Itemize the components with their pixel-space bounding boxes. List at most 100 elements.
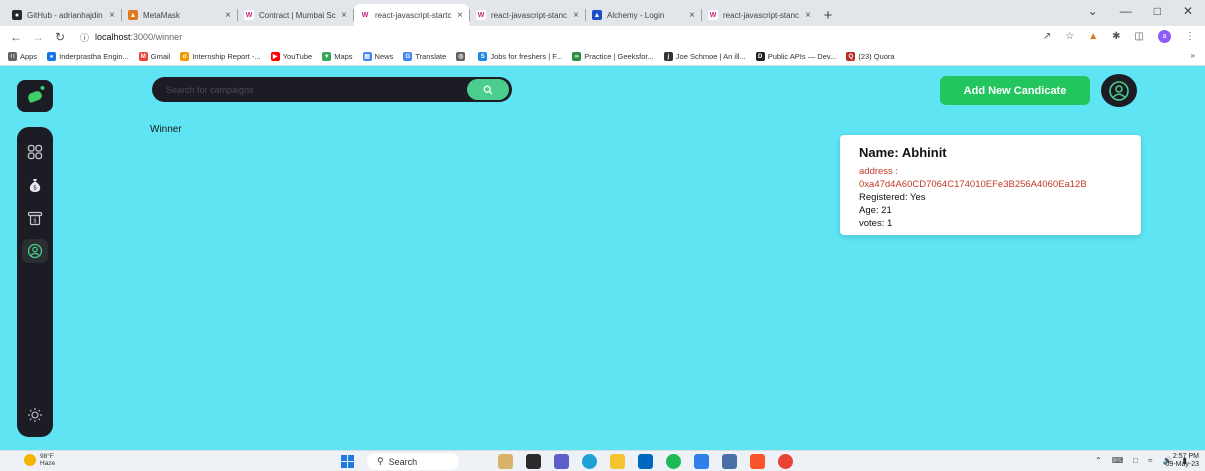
bookmark-label: Translate xyxy=(415,52,447,61)
search-input[interactable] xyxy=(166,84,446,95)
bookmark-icon: ▼ xyxy=(322,52,332,61)
profile-avatar[interactable] xyxy=(1101,74,1137,107)
bookmark-item[interactable]: ▶ YouTube xyxy=(270,52,312,61)
browser-tab[interactable]: Wreact-javascript-stanc × xyxy=(702,4,817,26)
bookmark-list: ∷ Apps ● Inderprastha Engin... M Gmail σ Intern… xyxy=(8,52,895,61)
app-logo[interactable] xyxy=(17,80,53,112)
bookmark-icon: σ xyxy=(180,52,190,61)
windows-start-icon[interactable] xyxy=(341,455,354,468)
wifi-icon[interactable]: ≈ xyxy=(1148,456,1152,465)
sidebar: $ $ xyxy=(17,127,53,437)
search-button[interactable] xyxy=(467,79,509,100)
close-window-button[interactable]: ✕ xyxy=(1183,4,1193,18)
sidebar-item-payment[interactable]: $ xyxy=(22,206,48,230)
tray-chevron-icon[interactable]: ⌃ xyxy=(1095,456,1102,465)
tab-close-icon[interactable]: × xyxy=(109,10,115,21)
star-icon[interactable]: ☆ xyxy=(1065,31,1074,42)
chrome-browser-icon[interactable] xyxy=(778,454,793,469)
vote-count: votes: 1 xyxy=(859,218,893,229)
system-clock[interactable]: 2:57 PM 09-May-23 xyxy=(1166,453,1199,469)
bookmark-item[interactable]: ◎ xyxy=(456,52,468,61)
browser-tab[interactable]: Wreact-javascript-stanc × xyxy=(470,4,585,26)
bookmark-item[interactable]: M Gmail xyxy=(138,52,171,61)
bookmark-item[interactable]: ∷ Apps xyxy=(8,52,37,61)
add-new-candidate-button[interactable]: Add New Candicate xyxy=(940,76,1090,105)
bookmark-item[interactable]: D Public APIs — Dev... xyxy=(755,52,837,61)
svg-text:$: $ xyxy=(33,218,37,225)
tab-title: Contract | Mumbai Sc xyxy=(259,10,336,20)
tab-close-icon[interactable]: × xyxy=(805,10,811,21)
side-panel-icon[interactable]: ◫ xyxy=(1135,31,1144,42)
minimize-button[interactable]: — xyxy=(1120,4,1132,18)
tab-close-icon[interactable]: × xyxy=(225,10,231,21)
sidebar-item-campaigns[interactable]: $ xyxy=(22,173,48,197)
share-icon[interactable]: ↗ xyxy=(1043,31,1051,42)
maximize-button[interactable]: □ xyxy=(1154,4,1161,18)
chat-icon[interactable] xyxy=(554,454,569,469)
bookmark-item[interactable]: ▤ News xyxy=(362,52,394,61)
browser-tab[interactable]: W Contract | Mumbai Sc × xyxy=(238,4,353,26)
wallet-address: 0xa47d4A60CD7064C174010EFe3B256A4060Ea12… xyxy=(859,179,1087,190)
browser-profile-icon[interactable]: a xyxy=(1158,30,1171,43)
browser-tab[interactable]: ● GitHub - adrianhajdin × xyxy=(6,4,121,26)
weather-description: Haze xyxy=(40,460,56,467)
sidebar-item-dashboard[interactable] xyxy=(22,140,48,164)
taskbar-search[interactable]: ⚲ Search xyxy=(367,453,459,470)
weather-temperature: 98°F xyxy=(40,453,54,460)
info-icon[interactable]: ⓘ xyxy=(80,31,89,44)
browser-menu-icon[interactable]: ⋮ xyxy=(1185,31,1195,42)
spotify-icon[interactable] xyxy=(666,454,681,469)
tab-close-icon[interactable]: × xyxy=(457,10,463,21)
tab-favicon-icon: W xyxy=(708,10,718,20)
app-viewport: Add New Candicate $ xyxy=(0,66,1205,450)
store-icon[interactable] xyxy=(638,454,653,469)
address-bar: ← → ↻ ⓘ localhost:3000/winner ↗ ☆ ▲ ✱ ◫ … xyxy=(0,26,1205,48)
reload-icon[interactable]: ↻ xyxy=(52,30,68,44)
browser-tab[interactable]: ▲ Alchemy - Login × xyxy=(586,4,701,26)
file-explorer-icon[interactable] xyxy=(610,454,625,469)
tab-search-icon[interactable]: ⌄ xyxy=(1088,4,1098,18)
tab-close-icon[interactable]: × xyxy=(573,10,579,21)
bookmark-label: (23) Quora xyxy=(858,52,895,61)
address-label: address : xyxy=(859,166,899,177)
back-icon[interactable]: ← xyxy=(8,30,24,44)
bookmark-item[interactable]: j Joe Schmoe | An ill... xyxy=(663,52,746,61)
bookmark-item[interactable]: σ Internship Report -... xyxy=(180,52,261,61)
bookmark-icon: ● xyxy=(47,52,57,61)
sidebar-item-theme-toggle[interactable] xyxy=(22,403,48,427)
tab-favicon-icon: W xyxy=(476,10,486,20)
browser-tab[interactable]: Wreact-javascript-startc × xyxy=(354,4,469,26)
brave-browser-icon[interactable] xyxy=(750,454,765,469)
bookmark-item[interactable]: G Translate xyxy=(403,52,446,61)
bookmark-item[interactable]: ▼ Maps xyxy=(322,52,353,61)
bookmark-item[interactable]: ∞ Practice | Geeksfor... xyxy=(572,52,654,61)
vscode-icon[interactable] xyxy=(694,454,709,469)
forward-icon[interactable]: → xyxy=(30,30,46,44)
task-view-icon[interactable] xyxy=(526,454,541,469)
bookmark-label: Public APIs — Dev... xyxy=(767,52,837,61)
edge-browser-icon[interactable] xyxy=(582,454,597,469)
more-bookmarks-icon[interactable]: » xyxy=(1191,51,1195,60)
display-icon[interactable]: □ xyxy=(1133,456,1138,465)
metamask-extension-icon[interactable]: ▲ xyxy=(1088,31,1098,42)
bookmark-label: Apps xyxy=(20,52,38,61)
bookmark-item[interactable]: Q (23) Quora xyxy=(846,52,895,61)
bookmark-label: News xyxy=(374,52,394,61)
weather-widget[interactable]: 98°F Haze xyxy=(24,453,55,467)
bookmark-item[interactable]: S Jobs for freshers | F... xyxy=(478,52,562,61)
sidebar-item-profile[interactable] xyxy=(22,239,48,263)
keyboard-icon[interactable]: ⌨ xyxy=(1112,456,1124,465)
widgets-icon[interactable] xyxy=(498,454,513,469)
new-tab-button[interactable]: + xyxy=(817,4,839,26)
tab-close-icon[interactable]: × xyxy=(341,10,347,21)
browser-tab[interactable]: ▲ MetaMask × xyxy=(122,4,237,26)
url-field[interactable]: ⓘ localhost:3000/winner xyxy=(80,31,182,44)
profile-icon xyxy=(27,243,43,259)
bookmark-icon: ∞ xyxy=(572,52,582,61)
bookmark-item[interactable]: ● Inderprastha Engin... xyxy=(47,52,129,61)
extensions-icon[interactable]: ✱ xyxy=(1112,31,1120,42)
bookmark-label: Gmail xyxy=(150,52,171,61)
photos-icon[interactable] xyxy=(722,454,737,469)
tab-close-icon[interactable]: × xyxy=(689,10,695,21)
weather-icon xyxy=(24,454,36,466)
